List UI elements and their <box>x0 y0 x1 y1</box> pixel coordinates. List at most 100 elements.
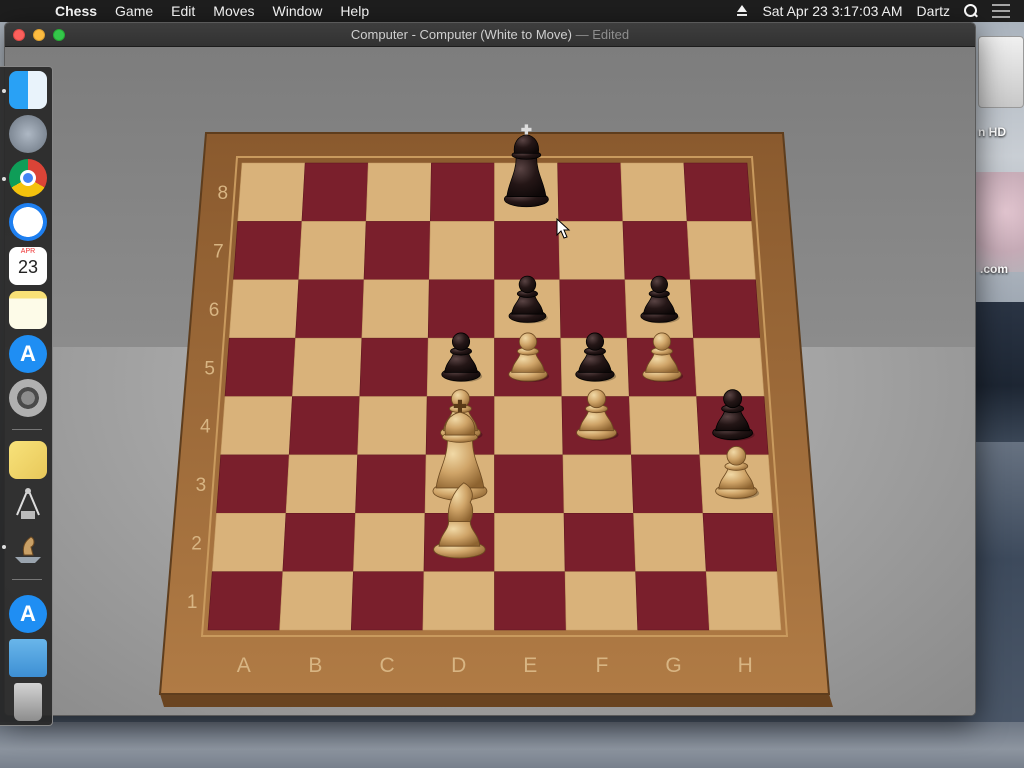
board-square-b3[interactable] <box>285 454 358 514</box>
board-square-a2[interactable] <box>211 512 287 572</box>
chess-app-icon[interactable] <box>9 529 47 567</box>
board-square-h7[interactable] <box>686 221 756 281</box>
chrome-icon[interactable] <box>9 159 47 197</box>
board-square-d6[interactable] <box>427 279 495 339</box>
launchpad-icon[interactable] <box>9 115 47 153</box>
running-indicator <box>2 89 6 93</box>
board-square-g4[interactable] <box>628 396 701 456</box>
board-square-d1[interactable] <box>422 571 495 631</box>
board-square-e4[interactable] <box>494 396 564 456</box>
app-store-icon[interactable]: A <box>9 335 47 373</box>
board-square-b2[interactable] <box>282 512 356 572</box>
board-square-f1[interactable] <box>564 571 639 631</box>
menu-game[interactable]: Game <box>106 0 162 22</box>
board-square-c8[interactable] <box>365 162 432 222</box>
board-square-d8[interactable] <box>430 162 495 222</box>
window-title: Computer - Computer (White to Move) — Ed… <box>5 23 975 47</box>
board-square-e3[interactable] <box>494 454 565 514</box>
board-square-a4[interactable] <box>220 396 293 456</box>
spotlight-search-icon[interactable] <box>964 4 978 18</box>
desktop-wallpaper-mountain <box>976 302 1024 442</box>
board-square-g8[interactable] <box>620 162 688 222</box>
board-square-g7[interactable] <box>622 221 691 281</box>
file-label-c: C <box>379 654 394 677</box>
chess-board[interactable]: 8 7 6 5 4 3 2 1 A B C D E F G H <box>5 47 976 716</box>
window-edited-status: — Edited <box>575 27 630 42</box>
board-square-c1[interactable] <box>350 571 425 631</box>
board-square-a7[interactable] <box>233 221 303 281</box>
board-square-a1[interactable] <box>207 571 284 631</box>
file-label-e: E <box>523 654 537 677</box>
hard-drive-icon[interactable] <box>978 36 1024 108</box>
chess-window: Computer - Computer (White to Move) — Ed… <box>4 22 976 716</box>
rank-label-7: 7 <box>213 242 224 263</box>
board-square-b8[interactable] <box>301 162 369 222</box>
clock[interactable]: Sat Apr 23 3:17:03 AM <box>762 3 902 19</box>
board-square-f8[interactable] <box>557 162 624 222</box>
running-indicator <box>2 177 6 181</box>
dock-separator <box>12 429 42 430</box>
finder-icon[interactable] <box>9 71 47 109</box>
board-square-f3[interactable] <box>562 454 634 514</box>
board-square-c5[interactable] <box>359 337 429 397</box>
board-square-a6[interactable] <box>228 279 300 339</box>
board-square-b6[interactable] <box>295 279 365 339</box>
board-square-f2[interactable] <box>563 512 636 572</box>
system-preferences-icon[interactable] <box>9 379 47 417</box>
board-square-c4[interactable] <box>357 396 428 456</box>
board-square-d7[interactable] <box>428 221 495 281</box>
board-square-b7[interactable] <box>298 221 367 281</box>
board-square-c6[interactable] <box>361 279 430 339</box>
notification-center-icon[interactable] <box>992 4 1010 18</box>
stickies-icon[interactable] <box>9 441 47 479</box>
board-square-b1[interactable] <box>279 571 354 631</box>
board-square-c2[interactable] <box>353 512 426 572</box>
window-titlebar[interactable]: Computer - Computer (White to Move) — Ed… <box>5 23 975 47</box>
menu-help[interactable]: Help <box>331 0 378 22</box>
hard-drive-label[interactable]: n HD <box>978 125 1006 139</box>
board-square-g3[interactable] <box>631 454 704 514</box>
board-square-a5[interactable] <box>224 337 296 397</box>
safari-icon[interactable] <box>9 203 47 241</box>
calendar-icon[interactable]: APR 23 <box>9 247 47 285</box>
trash-icon[interactable] <box>14 683 42 721</box>
board-square-e2[interactable] <box>494 512 566 572</box>
downloads-folder-icon[interactable] <box>9 639 47 677</box>
user-name[interactable]: Dartz <box>917 3 950 19</box>
file-label-d: D <box>451 654 466 677</box>
rank-label-6: 6 <box>209 300 220 321</box>
board-square-c3[interactable] <box>355 454 427 514</box>
board-square-g2[interactable] <box>633 512 707 572</box>
calendar-month: APR <box>20 248 36 255</box>
board-square-h5[interactable] <box>693 337 765 397</box>
board-square-f6[interactable] <box>559 279 628 339</box>
grapher-icon[interactable] <box>9 485 47 523</box>
calendar-day: 23 <box>17 257 39 277</box>
board-square-e7[interactable] <box>494 221 561 281</box>
menu-bar-extras: Sat Apr 23 3:17:03 AM Dartz <box>736 0 1024 22</box>
board-square-a8[interactable] <box>237 162 306 222</box>
board-square-b5[interactable] <box>292 337 363 397</box>
board-square-h1[interactable] <box>705 571 782 631</box>
window-title-text: Computer - Computer (White to Move) <box>350 27 572 42</box>
rank-label-5: 5 <box>204 358 215 379</box>
menu-window[interactable]: Window <box>264 0 332 22</box>
board-square-e1[interactable] <box>494 571 567 631</box>
rank-label-8: 8 <box>218 183 229 204</box>
menu-edit[interactable]: Edit <box>162 0 204 22</box>
board-square-g1[interactable] <box>635 571 710 631</box>
board-square-a3[interactable] <box>216 454 290 514</box>
menu-moves[interactable]: Moves <box>204 0 263 22</box>
desktop-file-label[interactable]: .com <box>980 262 1008 276</box>
board-square-b4[interactable] <box>288 396 361 456</box>
board-square-h2[interactable] <box>702 512 778 572</box>
menu-chess[interactable]: Chess <box>46 0 106 22</box>
file-label-g: G <box>665 654 681 677</box>
app-store-download-icon[interactable]: A <box>9 595 47 633</box>
eject-icon[interactable] <box>736 5 748 17</box>
notes-icon[interactable] <box>9 291 47 329</box>
board-square-c7[interactable] <box>363 221 431 281</box>
board-square-h8[interactable] <box>683 162 752 222</box>
menu-bar: Chess Game Edit Moves Window Help Sat Ap… <box>0 0 1024 22</box>
board-square-h6[interactable] <box>689 279 761 339</box>
